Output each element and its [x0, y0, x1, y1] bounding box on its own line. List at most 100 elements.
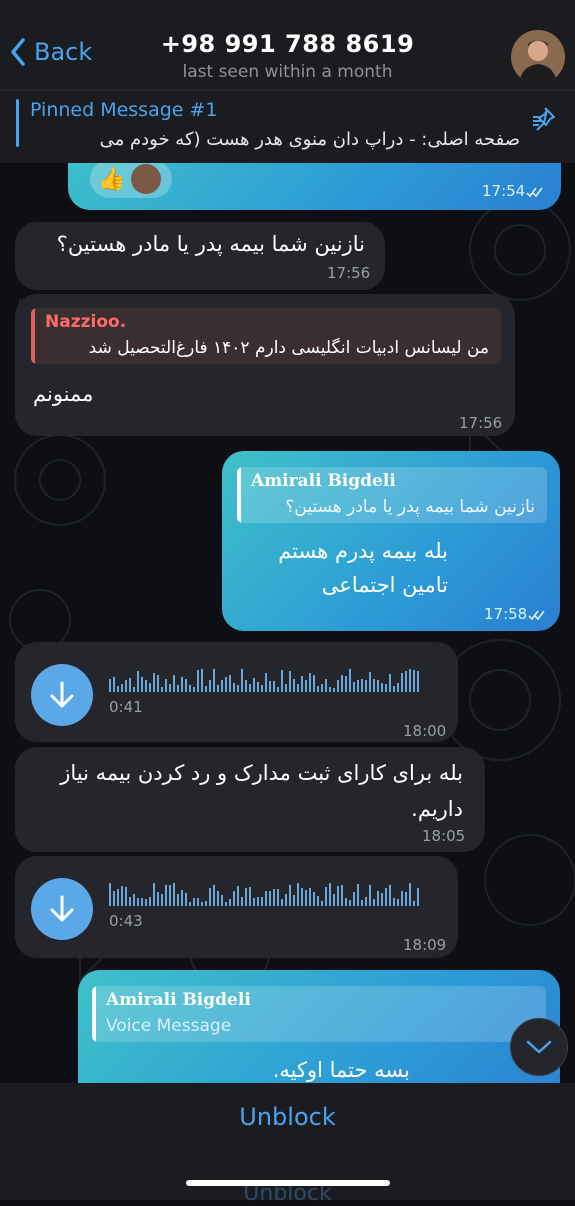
- waveform-bar: [145, 680, 147, 692]
- voice-message-bubble[interactable]: 0:41 18:00: [15, 642, 458, 742]
- quote-text: Voice Message: [106, 1016, 232, 1036]
- waveform-bar: [365, 680, 367, 692]
- waveform-bar: [381, 683, 383, 692]
- waveform-bar: [269, 681, 271, 692]
- waveform-bar: [277, 687, 279, 692]
- waveform-bar: [193, 898, 195, 906]
- thumbs-up-icon: 👍: [98, 166, 126, 192]
- message-bubble-incoming[interactable]: بله برای کارای ثبت مدارک و رد کردن بیمه …: [15, 747, 485, 852]
- message-bubble-outgoing[interactable]: Amirali Bigdeli نازنین شما بیمه پدر یا م…: [222, 451, 560, 631]
- waveform-bar: [173, 675, 175, 692]
- waveform-bar: [113, 677, 115, 692]
- waveform-bar: [205, 901, 207, 906]
- waveform-bar: [273, 681, 275, 692]
- waveform-bar: [317, 686, 319, 692]
- waveform-bar: [229, 899, 231, 906]
- waveform-bar: [301, 888, 303, 906]
- waveform-bar: [169, 885, 171, 906]
- waveform-bar: [381, 893, 383, 906]
- waveform-bar: [125, 680, 127, 692]
- pinned-text: صفحه اصلی: - دراپ دان منوی هدر هست (که خ…: [99, 129, 520, 150]
- reply-quote[interactable]: Nazzioo. من لیسانس ادبیات انگلیسی دارم ۱…: [31, 308, 501, 364]
- voice-waveform[interactable]: [109, 880, 419, 906]
- waveform-bar: [409, 883, 411, 906]
- waveform-bar: [289, 885, 291, 906]
- download-voice-button[interactable]: [31, 664, 93, 726]
- waveform-bar: [401, 891, 403, 906]
- waveform-bar: [377, 680, 379, 692]
- reaction-chip[interactable]: 👍: [90, 160, 172, 198]
- waveform-bar: [341, 885, 343, 906]
- message-bubble-incoming[interactable]: نازنین شما بیمه پدر یا مادر هستین؟ 17:56: [15, 222, 385, 290]
- waveform-bar: [165, 679, 167, 692]
- waveform-bar: [365, 897, 367, 906]
- waveform-bar: [241, 669, 243, 692]
- waveform-bar: [201, 902, 203, 906]
- waveform-bar: [125, 887, 127, 906]
- home-indicator[interactable]: [186, 1180, 390, 1186]
- quote-text: نازنین شما بیمه پدر یا مادر هستین؟: [285, 497, 535, 517]
- read-check-icon: [526, 187, 543, 198]
- waveform-bar: [361, 900, 363, 906]
- message-time: 18:00: [403, 722, 447, 740]
- waveform-bar: [261, 897, 263, 906]
- waveform-bar: [205, 686, 207, 692]
- message-bubble-incoming[interactable]: Nazzioo. من لیسانس ادبیات انگلیسی دارم ۱…: [15, 294, 515, 436]
- download-voice-button[interactable]: [31, 878, 93, 940]
- waveform-bar: [173, 883, 175, 906]
- waveform-bar: [117, 686, 119, 692]
- waveform-bar: [265, 673, 267, 692]
- scroll-to-bottom-button[interactable]: [510, 1018, 568, 1076]
- waveform-bar: [209, 680, 211, 692]
- waveform-bar: [233, 891, 235, 906]
- contact-name[interactable]: +98 991 788 8619: [0, 30, 575, 58]
- waveform-bar: [121, 886, 123, 906]
- waveform-bar: [305, 890, 307, 906]
- pin-list-icon[interactable]: [531, 105, 557, 135]
- waveform-bar: [293, 679, 295, 692]
- waveform-bar: [201, 669, 203, 692]
- waveform-bar: [405, 892, 407, 906]
- pinned-message-bar[interactable]: Pinned Message #1 صفحه اصلی: - دراپ دان …: [0, 90, 575, 163]
- reaction-avatar: [131, 164, 162, 194]
- reply-quote[interactable]: Amirali Bigdeli نازنین شما بیمه پدر یا م…: [237, 467, 547, 523]
- waveform-bar: [321, 901, 323, 906]
- waveform-bar: [297, 684, 299, 692]
- waveform-bar: [329, 687, 331, 692]
- waveform-bar: [373, 679, 375, 692]
- read-check-icon: [528, 610, 545, 621]
- waveform-bar: [409, 669, 411, 692]
- pinned-indicator: [16, 99, 19, 147]
- waveform-bar: [229, 675, 231, 692]
- waveform-bar: [241, 897, 243, 906]
- voice-waveform[interactable]: [109, 666, 419, 692]
- waveform-bar: [249, 887, 251, 906]
- voice-message-bubble[interactable]: 0:43 18:09: [15, 856, 458, 958]
- waveform-bar: [261, 685, 263, 692]
- contact-avatar[interactable]: [511, 30, 565, 84]
- waveform-bar: [377, 891, 379, 906]
- waveform-bar: [333, 688, 335, 692]
- waveform-bar: [197, 670, 199, 692]
- waveform-bar: [269, 891, 271, 906]
- waveform-bar: [325, 887, 327, 906]
- waveform-bar: [401, 673, 403, 692]
- quote-author: Nazzioo.: [45, 312, 127, 332]
- waveform-bar: [237, 685, 239, 692]
- waveform-bar: [141, 898, 143, 906]
- waveform-bar: [341, 675, 343, 692]
- waveform-bar: [257, 682, 259, 692]
- quote-author: Amirali Bigdeli: [106, 990, 251, 1010]
- waveform-bar: [345, 676, 347, 692]
- waveform-bar: [285, 684, 287, 692]
- waveform-bar: [321, 684, 323, 692]
- reply-quote[interactable]: Amirali Bigdeli Voice Message: [92, 986, 546, 1042]
- waveform-bar: [149, 897, 151, 906]
- waveform-bar: [293, 895, 295, 906]
- unblock-button[interactable]: Unblock: [0, 1103, 575, 1131]
- waveform-bar: [185, 679, 187, 692]
- waveform-bar: [285, 894, 287, 906]
- pinned-title: Pinned Message #1: [30, 99, 218, 121]
- waveform-bar: [389, 885, 391, 906]
- waveform-bar: [369, 672, 371, 692]
